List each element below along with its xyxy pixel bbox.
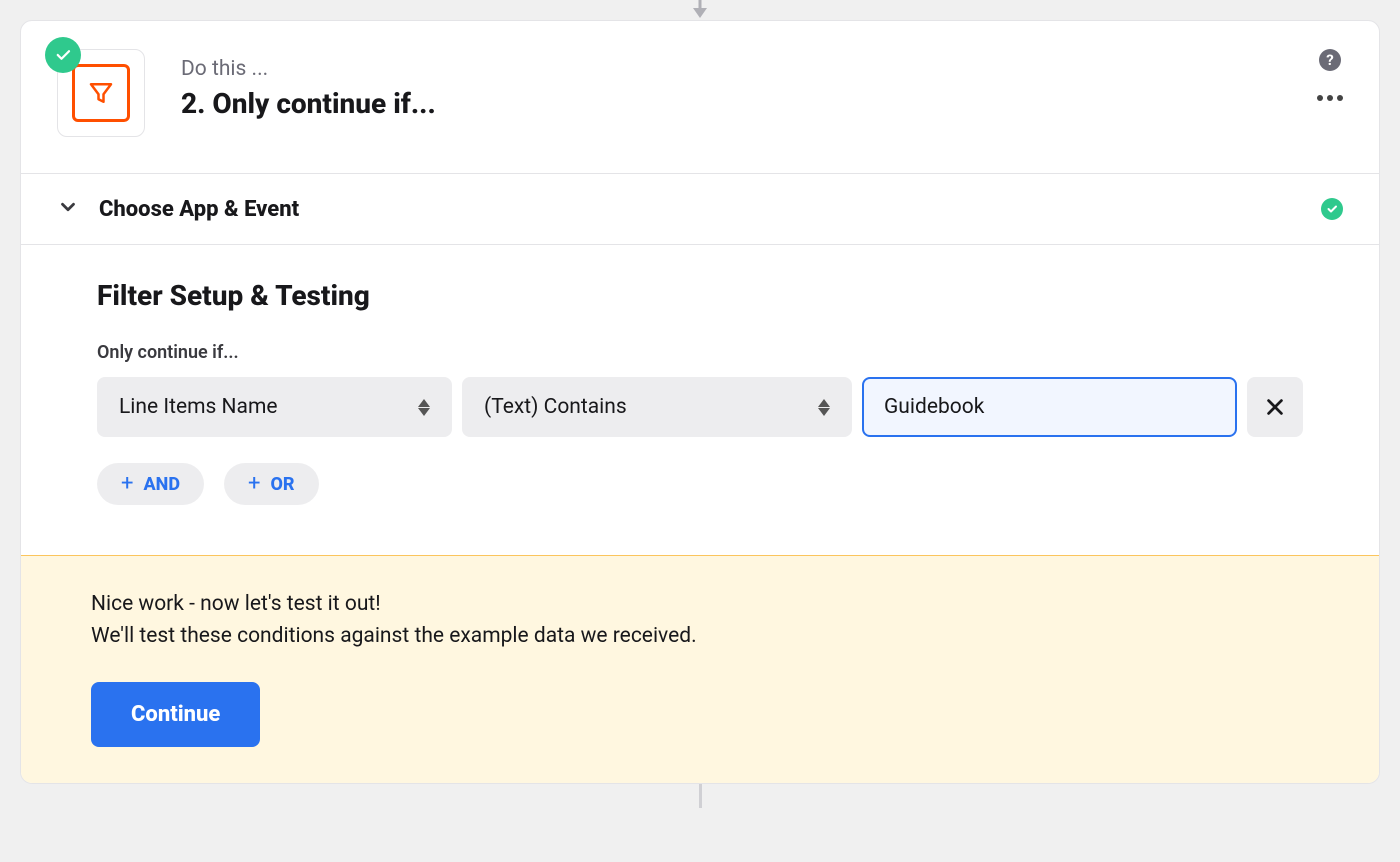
plus-icon: + (248, 473, 260, 495)
condition-operator-select[interactable]: (Text) Contains (462, 377, 852, 437)
logic-buttons-row: + AND + OR (97, 463, 1303, 505)
step-header: Do this ... 2. Only continue if... ? (21, 21, 1379, 173)
remove-condition-button[interactable] (1247, 377, 1303, 437)
test-line-1: Nice work - now let's test it out! (91, 592, 1309, 616)
connector-bottom (0, 784, 1400, 808)
test-line-2: We'll test these conditions against the … (91, 624, 1309, 648)
filter-subtitle: Only continue if... (97, 342, 1303, 363)
condition-value-input[interactable] (862, 377, 1237, 437)
step-pretitle: Do this ... (181, 57, 436, 81)
choose-app-event-section[interactable]: Choose App & Event (21, 174, 1379, 244)
filter-setup-content: Filter Setup & Testing Only continue if.… (21, 245, 1379, 545)
chevron-down-icon[interactable] (57, 196, 79, 222)
success-check-icon (45, 37, 81, 73)
app-icon-wrap (57, 49, 145, 137)
or-label: OR (271, 474, 295, 495)
plus-icon: + (121, 473, 133, 495)
more-menu-icon[interactable] (1317, 95, 1343, 101)
header-text: Do this ... 2. Only continue if... (181, 49, 436, 120)
step-title: 2. Only continue if... (181, 87, 436, 120)
filter-setup-title: Filter Setup & Testing (97, 279, 1303, 312)
select-arrows-icon (818, 399, 830, 416)
condition-field-value: Line Items Name (119, 395, 278, 419)
choose-app-event-label: Choose App & Event (99, 197, 299, 222)
select-arrows-icon (418, 399, 430, 416)
add-or-button[interactable]: + OR (224, 463, 319, 505)
condition-operator-value: (Text) Contains (484, 395, 627, 419)
filter-icon (72, 64, 130, 122)
add-and-button[interactable]: + AND (97, 463, 204, 505)
condition-field-select[interactable]: Line Items Name (97, 377, 452, 437)
test-panel: Nice work - now let's test it out! We'll… (21, 555, 1379, 783)
and-label: AND (143, 474, 180, 495)
continue-button[interactable]: Continue (91, 682, 260, 747)
close-icon (1264, 396, 1286, 418)
step-card: Do this ... 2. Only continue if... ? Cho… (20, 20, 1380, 784)
condition-row: Line Items Name (Text) Contains (97, 377, 1303, 437)
section-success-icon (1321, 198, 1343, 220)
connector-arrow-top (0, 0, 1400, 20)
help-icon[interactable]: ? (1319, 49, 1341, 71)
